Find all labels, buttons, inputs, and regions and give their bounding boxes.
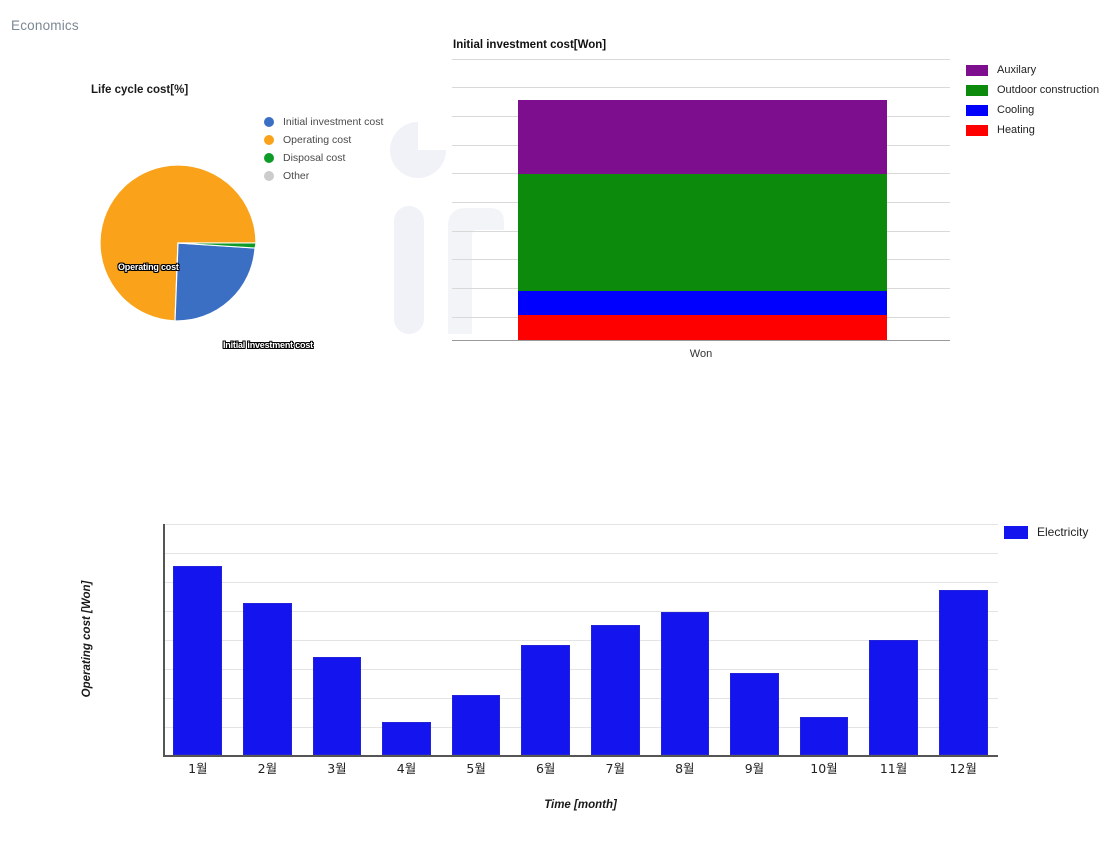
monthly-x-tick-6: 6월	[535, 761, 556, 776]
pie-chart-title: Life cycle cost[%]	[91, 84, 189, 96]
stacked-bar-x-axis-line	[452, 340, 950, 341]
monthly-bar-5[interactable]	[451, 695, 501, 755]
initial-investment-cost-stacked-bar-panel: Initial investment cost[Won] Won	[440, 30, 960, 365]
stacked-legend-item-auxilary[interactable]: Auxilary	[966, 60, 1113, 80]
monthly-bar-x-axis-line	[163, 755, 998, 757]
monthly-x-tick-1: 1월	[188, 761, 208, 776]
stack-segment-outdoor-construction[interactable]	[518, 174, 887, 291]
legend-swatch-icon	[966, 64, 988, 76]
monthly-bar-10[interactable]	[799, 716, 849, 755]
monthly-x-tick-2: 2월	[257, 761, 278, 776]
legend-dot-icon	[264, 171, 274, 181]
legend-dot-icon	[264, 117, 274, 127]
stacked-legend-label: Auxilary	[997, 64, 1037, 76]
pie-legend-label: Initial investment cost	[283, 116, 384, 128]
gridline	[452, 87, 950, 88]
monthly-legend-label: Electricity	[1037, 525, 1089, 539]
stacked-bar-legend: Auxilary Outdoor construction Cooling He…	[966, 60, 1113, 140]
life-cycle-cost-pie-panel: Life cycle cost[%] Initial investment co…	[0, 60, 440, 360]
stacked-legend-label: Heating	[997, 124, 1035, 136]
monthly-bar-3[interactable]	[312, 656, 362, 755]
monthly-x-tick-3: 3월	[327, 761, 347, 776]
pie-chart-legend: Initial investment cost Operating cost D…	[264, 113, 434, 185]
stacked-legend-item-outdoor-construction[interactable]: Outdoor construction	[966, 80, 1113, 100]
monthly-bar-7[interactable]	[590, 625, 640, 755]
stack-segment-cooling[interactable]	[518, 290, 887, 316]
monthly-bar-x-axis-label: Time [month]	[544, 799, 617, 811]
monthly-x-tick-11: 11월	[879, 761, 908, 776]
legend-swatch-icon	[966, 84, 988, 96]
monthly-bar-x-tick-labels: 1월 2월 3월 4월 5월 6월 7월 8월 9월 10월 11월 12월	[163, 758, 998, 777]
pie-chart-svg	[100, 165, 256, 321]
stack-segment-heating[interactable]	[518, 315, 887, 340]
stacked-bar-plot-area	[452, 59, 950, 340]
stacked-legend-label: Cooling	[997, 104, 1035, 116]
legend-dot-icon	[264, 135, 274, 145]
monthly-x-tick-10: 10월	[810, 761, 838, 776]
monthly-bar-2[interactable]	[243, 602, 292, 755]
monthly-bar-y-axis-label: Operating cost [Won]	[81, 580, 93, 698]
stacked-bar-column[interactable]	[518, 100, 887, 340]
legend-dot-icon	[264, 153, 274, 163]
operating-cost-monthly-bar-panel: 1월 2월 3월 4월 5월 6월 7월 8월 9월 10월 11월 12월 Time [month]…	[0, 500, 1113, 847]
monthly-bar-11[interactable]	[869, 640, 918, 755]
monthly-bar-4[interactable]	[382, 722, 431, 755]
monthly-bar-y-axis-line	[163, 524, 165, 756]
pie-slice-label-operating-cost: Operating cost	[118, 262, 179, 272]
stacked-legend-item-cooling[interactable]: Cooling	[966, 100, 1113, 120]
legend-swatch-icon	[1004, 525, 1028, 539]
pie-legend-item-operating-cost[interactable]: Operating cost	[264, 131, 434, 149]
stacked-bar-x-axis-label-holder: Won	[452, 344, 950, 362]
monthly-x-tick-8: 8월	[675, 761, 695, 776]
stacked-bar-title: Initial investment cost[Won]	[453, 39, 607, 51]
monthly-bar-12[interactable]	[938, 590, 988, 755]
gridline	[452, 59, 950, 60]
monthly-bar-series	[163, 524, 998, 755]
page-title: Economics	[11, 18, 79, 33]
monthly-bar-x-axis-label-holder: Time [month]	[163, 795, 998, 813]
pie-legend-item-initial-investment-cost[interactable]: Initial investment cost	[264, 113, 434, 131]
monthly-bar-8[interactable]	[660, 611, 710, 755]
pie-slice-initial-investment-cost[interactable]	[174, 242, 256, 321]
monthly-bar-1[interactable]	[173, 566, 223, 755]
pie-legend-label: Operating cost	[283, 134, 352, 146]
pie-chart-graphic[interactable]	[100, 165, 256, 321]
stacked-legend-label: Outdoor construction	[997, 84, 1100, 96]
pie-legend-item-other[interactable]: Other	[264, 167, 434, 185]
monthly-bar-6[interactable]	[521, 644, 571, 755]
monthly-bar-y-axis-label-holder: Operating cost [Won]	[77, 539, 95, 739]
stacked-legend-item-heating[interactable]: Heating	[966, 120, 1113, 140]
pie-legend-label: Other	[283, 170, 310, 182]
economics-report-page: Economics Life cycle cost[%] Initial inv…	[0, 0, 1113, 847]
pie-legend-label: Disposal cost	[283, 152, 346, 164]
pie-slice-label-initial-investment-cost: Initial investment cost	[223, 340, 313, 350]
monthly-x-tick-12: 12월	[949, 761, 977, 776]
monthly-x-tick-7: 7월	[605, 761, 625, 776]
stack-segment-auxilary[interactable]	[518, 100, 887, 175]
monthly-x-tick-9: 9월	[744, 761, 765, 776]
legend-swatch-icon	[966, 104, 988, 116]
monthly-bar-9[interactable]	[730, 673, 779, 755]
legend-swatch-icon	[966, 124, 988, 136]
monthly-bar-legend[interactable]: Electricity	[1004, 525, 1088, 539]
pie-legend-item-disposal-cost[interactable]: Disposal cost	[264, 149, 434, 167]
monthly-x-tick-4: 4월	[396, 761, 417, 776]
monthly-x-tick-5: 5월	[466, 761, 486, 776]
stacked-bar-x-axis-label: Won	[689, 348, 713, 360]
